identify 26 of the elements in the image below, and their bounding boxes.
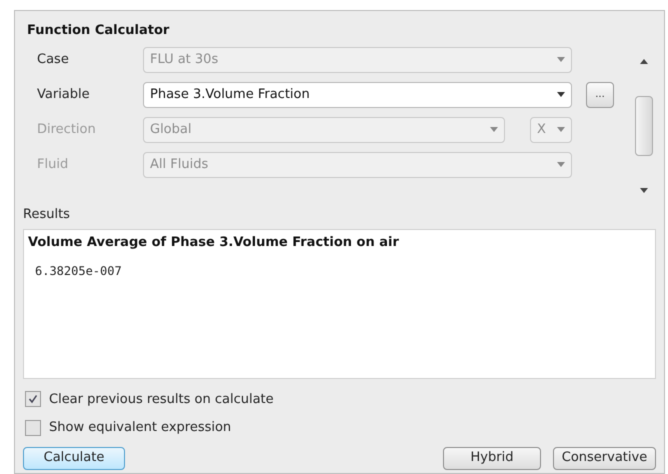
field-label: Fluid <box>37 156 70 174</box>
dropdown-arrow-icon <box>557 57 565 62</box>
result-value: 6.38205e-007 <box>35 263 122 280</box>
checkbox-label: Clear previous results on calculate <box>49 390 274 408</box>
results-heading: Volume Average of Phase 3.Volume Fraction on air <box>28 234 399 252</box>
action-button[interactable]: Calculate <box>23 446 125 470</box>
dropdown-arrow-icon <box>557 162 565 167</box>
field-label: Case <box>37 50 70 69</box>
checkbox-label: Show equivalent expression <box>49 419 232 437</box>
field-label: Variable <box>37 86 91 104</box>
checkbox[interactable] <box>25 420 41 436</box>
dropdown-arrow-icon <box>557 92 565 97</box>
results-label: Results <box>23 206 71 224</box>
dropdown-arrow-icon <box>557 127 565 132</box>
scroll-up-icon[interactable] <box>640 59 648 64</box>
action-button[interactable]: Hybrid <box>443 446 541 470</box>
panel-title: Function Calculator <box>26 22 170 40</box>
dropdown-field[interactable]: Phase 3.Volume Fraction <box>143 82 572 108</box>
scroll-down-icon[interactable] <box>640 188 648 193</box>
dropdown-arrow-icon <box>490 127 498 132</box>
field-label: Direction <box>37 120 97 139</box>
action-button[interactable]: Conservative <box>553 446 656 470</box>
checkmark-icon <box>28 394 38 404</box>
scrollbar-thumb[interactable] <box>635 96 653 156</box>
browse-button[interactable]: ... <box>586 82 614 108</box>
checkbox[interactable] <box>25 391 41 408</box>
